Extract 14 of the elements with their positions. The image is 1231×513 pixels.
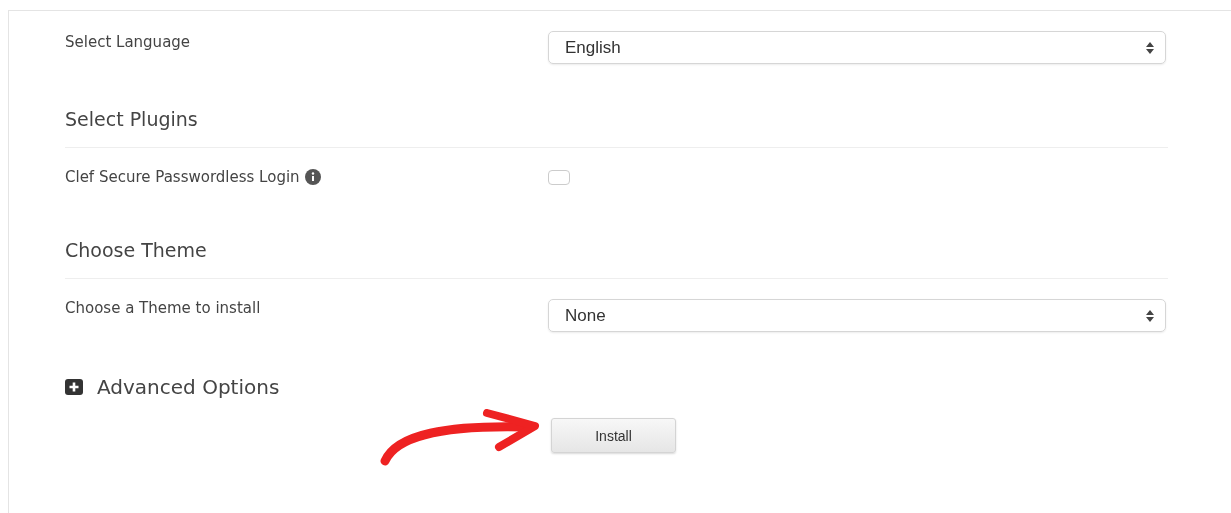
up-down-icon: [1145, 308, 1155, 323]
field-label: Choose a Theme to install: [65, 299, 262, 317]
info-icon[interactable]: [304, 169, 321, 185]
plugin-label: Clef Secure Passwordless Login: [65, 168, 300, 186]
advanced-options-link[interactable]: Advanced Options: [97, 375, 280, 399]
section-heading: Choose Theme: [65, 239, 208, 261]
plus-icon[interactable]: [65, 379, 83, 395]
theme-select[interactable]: None: [548, 299, 1166, 332]
language-select[interactable]: English: [548, 31, 1166, 64]
section-heading: Select Plugins: [65, 108, 199, 130]
up-down-icon: [1145, 40, 1155, 55]
plugin-checkbox[interactable]: [548, 169, 570, 185]
field-label: Select Language: [65, 32, 192, 51]
install-button[interactable]: Install: [551, 418, 676, 453]
